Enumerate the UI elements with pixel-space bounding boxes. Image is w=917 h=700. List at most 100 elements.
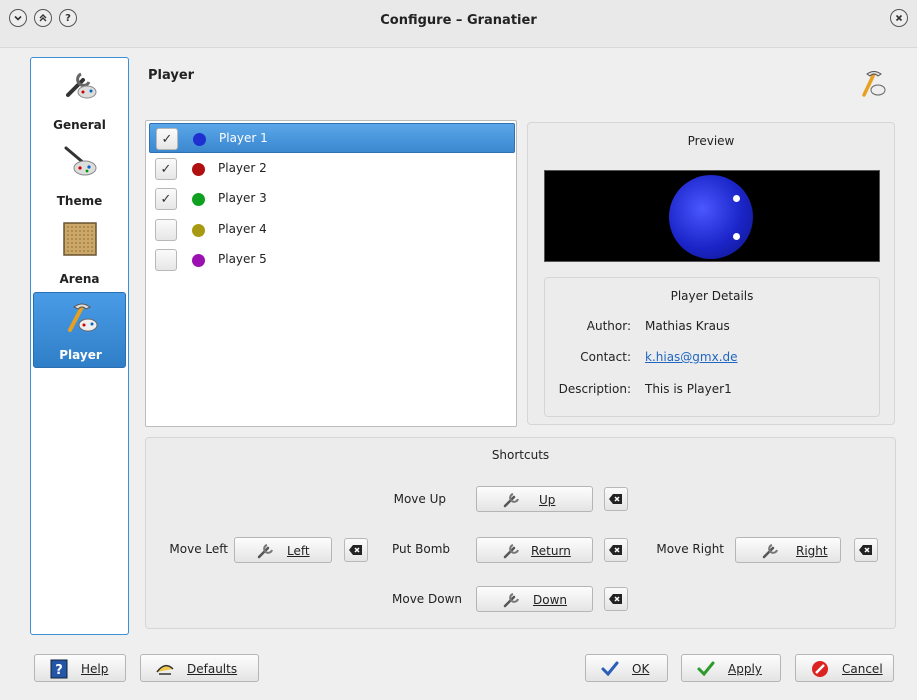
- contact-label: Contact:: [580, 350, 631, 364]
- clear-shortcut-button[interactable]: [604, 538, 628, 562]
- description-label: Description:: [558, 382, 631, 396]
- apply-check-icon: [697, 661, 715, 677]
- put-bomb-key-button[interactable]: Return: [476, 537, 593, 563]
- apply-button[interactable]: Apply: [681, 654, 781, 682]
- wrench-icon: [503, 593, 519, 608]
- checkbox[interactable]: ✓: [155, 188, 177, 210]
- player-color-dot: [193, 133, 206, 146]
- player-name: Player 5: [218, 252, 267, 266]
- sidebar-item-label: Theme: [56, 194, 103, 208]
- defaults-button[interactable]: Defaults: [140, 654, 259, 682]
- checkbox[interactable]: [155, 219, 177, 241]
- list-item[interactable]: Player 4: [149, 215, 515, 245]
- player-details-group: Player Details Author: Mathias Kraus Con…: [544, 277, 880, 417]
- checkbox[interactable]: ✓: [156, 128, 178, 150]
- player-name: Player 2: [218, 161, 267, 175]
- preview-group: Preview Player Details Author: Mathias K…: [527, 122, 895, 425]
- checkbox[interactable]: [155, 249, 177, 271]
- details-title: Player Details: [670, 289, 754, 303]
- backspace-icon: [859, 545, 872, 555]
- preview-canvas: [544, 170, 880, 262]
- list-item[interactable]: ✓ Player 2: [149, 154, 515, 184]
- contact-link[interactable]: k.hias@gmx.de: [645, 350, 738, 364]
- player-name: Player 1: [219, 131, 268, 145]
- clear-shortcut-button[interactable]: [604, 487, 628, 511]
- put-bomb-label: Put Bomb: [391, 542, 450, 556]
- help-book-icon: ?: [50, 659, 68, 679]
- shortcuts-title: Shortcuts: [491, 448, 550, 462]
- player-list[interactable]: ✓ Player 1 ✓ Player 2 ✓ Player 3 Player …: [145, 120, 517, 427]
- key-text: Right: [796, 544, 828, 558]
- author-label: Author:: [586, 319, 631, 333]
- sidebar: General Theme Arena Player: [30, 57, 129, 635]
- wrench-icon: [257, 544, 273, 559]
- description-value: This is Player1: [645, 382, 732, 396]
- list-item[interactable]: ✓ Player 3: [149, 184, 515, 214]
- backspace-icon: [349, 545, 362, 555]
- checkbox[interactable]: ✓: [155, 158, 177, 180]
- ok-button[interactable]: OK: [585, 654, 668, 682]
- ok-label: OK: [632, 662, 650, 676]
- key-text: Down: [533, 593, 568, 607]
- move-right-key-button[interactable]: Right: [735, 537, 841, 563]
- defaults-icon: [156, 664, 174, 675]
- cancel-label: Cancel: [842, 662, 883, 676]
- move-left-label: Move Left: [169, 542, 228, 556]
- player-icon: [68, 303, 98, 332]
- move-up-label: Move Up: [393, 492, 446, 506]
- backspace-icon: [609, 545, 622, 555]
- defaults-label: Defaults: [187, 662, 238, 676]
- close-icon[interactable]: [890, 9, 908, 27]
- backspace-icon: [609, 594, 622, 604]
- cancel-icon: [812, 661, 828, 677]
- sidebar-item-label: Player: [59, 348, 102, 362]
- page-title: Player: [148, 68, 195, 83]
- move-down-label: Move Down: [392, 592, 462, 606]
- window-title: Configure – Granatier: [380, 13, 537, 28]
- move-left-key-button[interactable]: Left: [234, 537, 332, 563]
- key-text: Return: [531, 544, 571, 558]
- move-right-label: Move Right: [656, 542, 724, 556]
- title-bar: ? Configure – Granatier: [0, 0, 917, 48]
- help-button[interactable]: ? Help: [34, 654, 126, 682]
- move-up-key-button[interactable]: Up: [476, 486, 593, 512]
- sidebar-item-player[interactable]: Player: [33, 292, 126, 368]
- author-value: Mathias Kraus: [645, 319, 730, 333]
- player-color-dot: [192, 224, 205, 237]
- wrench-icon: [503, 544, 519, 559]
- sprite-eye: [733, 195, 740, 202]
- move-down-key-button[interactable]: Down: [476, 586, 593, 612]
- preview-title: Preview: [687, 134, 735, 148]
- key-text: Up: [539, 493, 556, 507]
- wrench-icon: [762, 544, 778, 559]
- player-name: Player 3: [218, 191, 267, 205]
- theme-icon: [64, 146, 97, 176]
- sidebar-item-theme[interactable]: Theme: [33, 138, 126, 214]
- apply-label: Apply: [728, 662, 762, 676]
- clear-shortcut-button[interactable]: [604, 587, 628, 611]
- list-item[interactable]: ✓ Player 1: [149, 123, 515, 153]
- sprite-eye: [733, 233, 740, 240]
- player-color-dot: [192, 193, 205, 206]
- list-item[interactable]: Player 5: [149, 245, 515, 275]
- key-text: Left: [287, 544, 310, 558]
- check-icon: [601, 661, 619, 677]
- help-label: Help: [81, 662, 109, 676]
- sidebar-item-label: General: [53, 118, 106, 132]
- wrench-icon: [503, 493, 519, 508]
- backspace-icon: [609, 494, 622, 504]
- player-color-dot: [192, 163, 205, 176]
- svg-text:?: ?: [55, 663, 63, 678]
- player-color-dot: [192, 254, 205, 267]
- sidebar-item-arena[interactable]: Arena: [33, 216, 126, 292]
- sidebar-item-label: Arena: [59, 272, 100, 286]
- general-settings-icon: [66, 72, 97, 99]
- clear-shortcut-button[interactable]: [854, 538, 878, 562]
- shortcuts-group: Shortcuts Move Up Up Move Left Left Put …: [145, 437, 896, 629]
- cancel-button[interactable]: Cancel: [795, 654, 894, 682]
- clear-shortcut-button[interactable]: [344, 538, 368, 562]
- sidebar-item-general[interactable]: General: [33, 60, 126, 136]
- player-name: Player 4: [218, 222, 267, 236]
- player-icon: [862, 71, 886, 97]
- player-sprite: [669, 175, 753, 259]
